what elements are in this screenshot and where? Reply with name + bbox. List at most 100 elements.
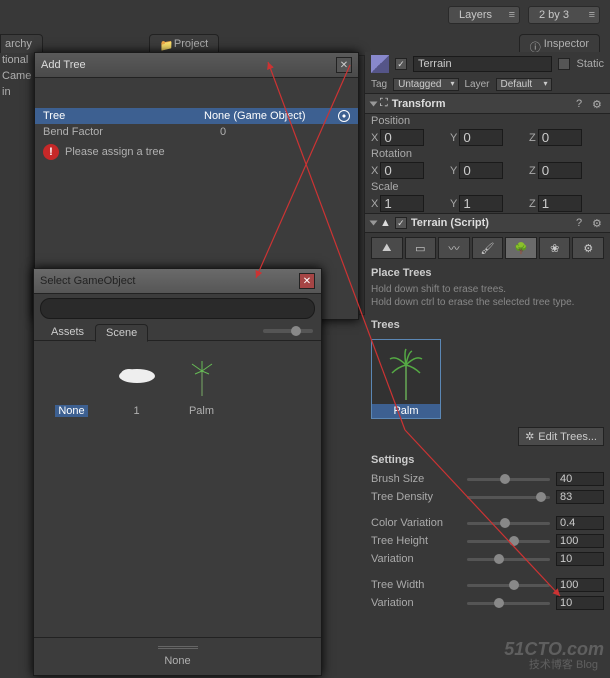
tab-scene[interactable]: Scene — [95, 324, 148, 342]
tool-paint-texture[interactable]: 🖌 — [472, 237, 504, 259]
slider-value[interactable]: 10 — [556, 596, 604, 610]
tab-project[interactable]: 📁 Project — [149, 34, 219, 53]
asset-name: Palm — [186, 405, 217, 417]
position-x[interactable] — [380, 129, 424, 146]
bend-factor-label: Bend Factor — [43, 126, 220, 138]
position-y[interactable] — [459, 129, 503, 146]
slider-tree_height[interactable] — [467, 540, 550, 543]
tag-label: Tag — [371, 79, 387, 90]
terrain-title: Terrain (Script) — [411, 217, 572, 229]
asset-item-palm[interactable]: Palm — [174, 351, 229, 611]
slider-value[interactable]: 10 — [556, 552, 604, 566]
tree-field-row[interactable]: Tree None (Game Object) — [35, 108, 358, 124]
tool-smooth[interactable]: 〰 — [438, 237, 470, 259]
slider-variation1[interactable] — [467, 558, 550, 561]
static-checkbox[interactable] — [558, 58, 570, 70]
slider-value[interactable]: 83 — [556, 490, 604, 504]
gear-icon[interactable]: ⚙ — [592, 98, 604, 110]
none-thumb — [47, 351, 97, 401]
tool-raise-lower[interactable]: ⛰ — [371, 237, 403, 259]
help-icon[interactable]: ? — [576, 217, 588, 229]
asset-item-none[interactable]: None — [44, 351, 99, 611]
scale-y[interactable] — [459, 195, 503, 212]
bend-factor-value: 0 — [220, 126, 350, 138]
tool-place-trees[interactable]: 🌳 — [505, 237, 537, 259]
object-picker-icon[interactable] — [338, 110, 350, 122]
select-gameobject-dialog: Select GameObject ✕ Assets Scene None 1 … — [33, 268, 322, 676]
tool-settings[interactable]: ⚙ — [572, 237, 604, 259]
position-label: Position — [371, 115, 425, 127]
rotation-x[interactable] — [380, 162, 424, 179]
rotation-y[interactable] — [459, 162, 503, 179]
info-icon: ⓘ — [530, 39, 540, 49]
slider-value[interactable]: 100 — [556, 534, 604, 548]
layers-dropdown[interactable]: Layers — [448, 6, 520, 24]
slider-variation2[interactable] — [467, 602, 550, 605]
help-icon[interactable]: ? — [576, 98, 588, 110]
selected-asset-footer: None — [34, 655, 321, 667]
hierarchy-item[interactable]: Came — [0, 68, 32, 84]
settings-label: Settings — [365, 450, 610, 470]
tab-assets[interactable]: Assets — [40, 323, 95, 341]
foldout-icon[interactable] — [370, 221, 378, 226]
terrain-enabled-checkbox[interactable] — [395, 217, 407, 229]
slider-label: Variation — [371, 553, 461, 565]
slider-color_variation[interactable] — [467, 522, 550, 525]
slider-tree_width[interactable] — [467, 584, 550, 587]
close-icon[interactable]: ✕ — [299, 273, 315, 289]
resize-handle-icon[interactable] — [158, 646, 198, 649]
palm-icon — [177, 351, 227, 401]
place-trees-title: Place Trees — [365, 263, 610, 283]
gameobject-name-field[interactable]: Terrain — [413, 56, 552, 72]
edit-trees-button[interactable]: ✲ Edit Trees... — [518, 427, 604, 446]
gameobject-icon — [371, 55, 389, 73]
active-checkbox[interactable] — [395, 58, 407, 70]
palm-icon — [386, 340, 426, 404]
rotation-label: Rotation — [371, 148, 425, 160]
tag-dropdown[interactable]: Untagged — [393, 78, 458, 91]
scale-x[interactable] — [380, 195, 424, 212]
tree-prototype-palm[interactable]: Palm — [371, 339, 441, 419]
layer-dropdown[interactable]: Default — [496, 78, 552, 91]
cloud-icon — [112, 351, 162, 401]
thumbnail-size-slider[interactable] — [263, 329, 313, 333]
slider-label: Tree Height — [371, 535, 461, 547]
slider-brush_size[interactable] — [467, 478, 550, 481]
edit-trees-label: Edit Trees... — [538, 431, 597, 443]
bend-factor-row[interactable]: Bend Factor 0 — [35, 124, 358, 140]
slider-label: Tree Density — [371, 491, 461, 503]
gear-icon[interactable]: ⚙ — [592, 217, 604, 229]
search-input[interactable] — [40, 298, 315, 319]
layout-dropdown[interactable]: 2 by 3 — [528, 6, 600, 24]
tab-hierarchy[interactable]: archy — [0, 34, 43, 53]
slider-tree_density[interactable] — [467, 496, 550, 499]
transform-icon: ⛶ — [380, 97, 388, 110]
asset-name: None — [55, 405, 87, 417]
rotation-z[interactable] — [538, 162, 582, 179]
slider-value[interactable]: 40 — [556, 472, 604, 486]
tree-field-value: None (Game Object) — [204, 110, 334, 122]
gear-icon: ✲ — [525, 430, 534, 443]
tool-paint-height[interactable]: ▭ — [405, 237, 437, 259]
tree-thumb-label: Palm — [372, 404, 440, 418]
hierarchy-item[interactable]: tional — [0, 52, 32, 68]
static-label: Static — [576, 58, 604, 70]
slider-value[interactable]: 100 — [556, 578, 604, 592]
hierarchy-panel: tional Came in — [0, 52, 32, 100]
tree-field-label: Tree — [43, 110, 204, 122]
layer-label: Layer — [465, 79, 490, 90]
hierarchy-item[interactable]: in — [0, 84, 32, 100]
tab-inspector[interactable]: ⓘ Inspector — [519, 34, 600, 53]
slider-value[interactable]: 0.4 — [556, 516, 604, 530]
transform-title: Transform — [392, 98, 572, 110]
error-icon: ! — [43, 144, 59, 160]
trees-label: Trees — [365, 315, 610, 335]
tool-paint-details[interactable]: ❀ — [539, 237, 571, 259]
close-icon[interactable]: ✕ — [336, 57, 352, 73]
scale-label: Scale — [371, 181, 425, 193]
asset-item-1[interactable]: 1 — [109, 351, 164, 611]
position-z[interactable] — [538, 129, 582, 146]
foldout-icon[interactable] — [370, 101, 378, 106]
scale-z[interactable] — [538, 195, 582, 212]
watermark-sub: 技术博客 Blog — [529, 656, 598, 672]
